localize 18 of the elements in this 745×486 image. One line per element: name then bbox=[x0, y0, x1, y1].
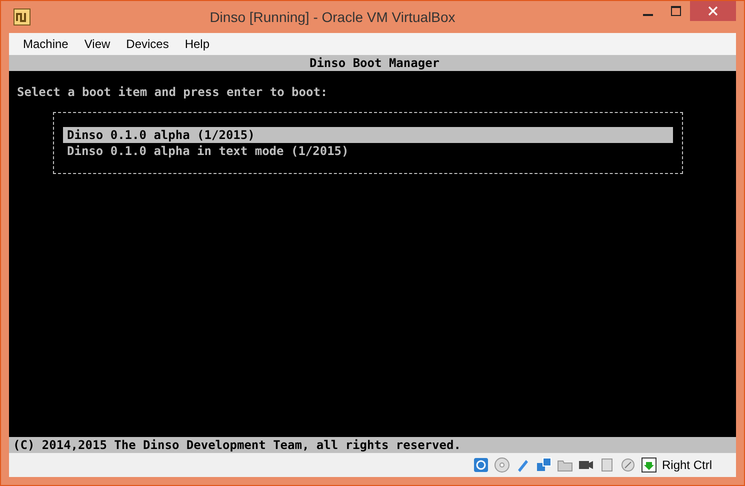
minimize-icon bbox=[643, 14, 653, 16]
menu-item[interactable]: Devices bbox=[118, 37, 177, 51]
boot-item[interactable]: Dinso 0.1.0 alpha (1/2015) bbox=[63, 127, 673, 143]
boot-prompt: Select a boot item and press enter to boot: bbox=[16, 84, 329, 99]
window-title: Dinso [Running] - Oracle VM VirtualBox bbox=[208, 9, 456, 25]
app-icon bbox=[13, 8, 31, 26]
maximize-icon bbox=[671, 6, 681, 16]
boot-manager-header: Dinso Boot Manager bbox=[9, 55, 736, 71]
close-button[interactable] bbox=[690, 1, 736, 21]
network-icon[interactable] bbox=[536, 457, 552, 473]
optical-disc-icon[interactable] bbox=[494, 457, 510, 473]
menu-item[interactable]: View bbox=[76, 37, 118, 51]
copyright-footer: (C) 2014,2015 The Dinso Development Team, all rights reserved. bbox=[9, 437, 736, 453]
menu-item[interactable]: Machine bbox=[15, 37, 76, 51]
host-key-label: Right Ctrl bbox=[662, 458, 712, 472]
boot-item[interactable]: Dinso 0.1.0 alpha in text mode (1/2015) bbox=[63, 143, 673, 159]
close-icon bbox=[708, 6, 718, 16]
menu-item[interactable]: Help bbox=[176, 37, 218, 51]
